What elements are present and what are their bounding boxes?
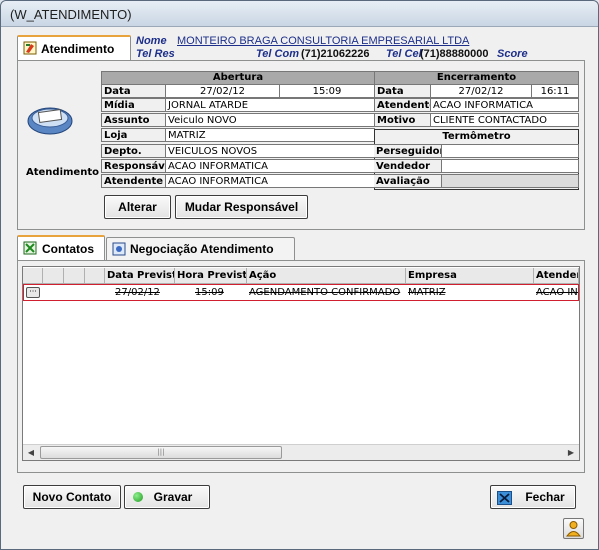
nome-link[interactable]: MONTEIRO BRAGA CONSULTORIA EMPRESARIAL L…: [177, 35, 469, 47]
mudar-responsavel-button[interactable]: Mudar Responsável: [175, 195, 308, 219]
atendente-label: Atendente: [101, 174, 166, 188]
abertura-header: Abertura: [101, 71, 375, 85]
telres-label: Tel Res: [136, 48, 175, 60]
midia-field[interactable]: JORNAL ATARDE: [165, 98, 375, 112]
encerramento-hora-field[interactable]: 16:11: [531, 84, 579, 98]
assunto-field[interactable]: Veiculo NOVO: [165, 113, 375, 127]
user-icon[interactable]: [563, 518, 584, 539]
atendimento-window: (W_ATENDIMENTO) Atendimento Nome MONTEIR…: [0, 0, 599, 550]
grid-col-empresa[interactable]: Empresa: [406, 268, 534, 284]
window-title: (W_ATENDIMENTO): [1, 1, 598, 27]
negociacao-tab-icon: [112, 242, 126, 256]
tab-negociacao[interactable]: Negociação Atendimento: [106, 237, 295, 261]
responsavel-label: Responsável: [101, 159, 166, 173]
row-acao: AGENDAMENTO CONFIRMADO: [249, 287, 401, 298]
avaliacao-field[interactable]: [441, 174, 579, 188]
vendedor-field[interactable]: [441, 159, 579, 173]
loja-field[interactable]: MATRIZ: [165, 128, 375, 142]
scanner-icon: [25, 101, 75, 137]
responsavel-field[interactable]: ACAO INFORMATICA: [165, 159, 375, 173]
encerramento-header: Encerramento: [374, 71, 579, 85]
scroll-thumb[interactable]: |||: [40, 446, 282, 459]
motivo-label: Motivo: [374, 113, 431, 127]
loja-label: Loja: [101, 128, 166, 142]
scroll-left-arrow[interactable]: ◀: [23, 445, 39, 460]
abertura-data-field[interactable]: 27/02/12: [165, 84, 280, 98]
row-hora-prevista: 15:09: [195, 287, 224, 298]
nome-label: Nome: [136, 35, 167, 47]
grid-col-acao[interactable]: Ação: [247, 268, 406, 284]
horizontal-scrollbar[interactable]: ◀ ||| ▶: [23, 444, 579, 460]
gravar-label: Gravar: [153, 490, 193, 504]
novo-contato-button[interactable]: Novo Contato: [23, 485, 121, 509]
fechar-button[interactable]: Fechar: [490, 485, 576, 509]
perseguidor-field[interactable]: [441, 144, 579, 158]
encerramento-data-label: Data: [374, 84, 431, 98]
gravar-button[interactable]: Gravar: [124, 485, 210, 509]
termometro-title: Termômetro: [442, 131, 511, 142]
row-data-prevista: 27/02/12: [115, 287, 160, 298]
grid-col-data[interactable]: Data Prevista: [105, 268, 175, 284]
telcel-label: Tel Cel: [386, 48, 422, 60]
tab-contatos[interactable]: Contatos: [17, 235, 105, 261]
scroll-right-arrow[interactable]: ▶: [563, 445, 579, 460]
enc-atendente-label: Atendente: [374, 98, 431, 112]
score-label: Score: [497, 48, 528, 60]
tab-contatos-label: Contatos: [42, 242, 94, 256]
avaliacao-label: Avaliação: [374, 174, 442, 188]
client-header: Nome MONTEIRO BRAGA CONSULTORIA EMPRESAR…: [136, 35, 586, 61]
tab-atendimento-label: Atendimento: [41, 42, 115, 56]
abertura-hora-field[interactable]: 15:09: [279, 84, 375, 98]
abertura-data-label: Data: [101, 84, 166, 98]
grid-col-blank-1: [43, 268, 64, 284]
telcom-value: (71)21062226: [301, 48, 370, 60]
grid-col-blank-2: [64, 268, 85, 284]
depto-field[interactable]: VEICULOS NOVOS: [165, 144, 375, 158]
fechar-label: Fechar: [525, 490, 565, 504]
tab-negociacao-label: Negociação Atendimento: [130, 242, 274, 256]
grid-col-select: [23, 268, 43, 284]
depto-label: Depto.: [101, 144, 166, 158]
telcel-value: (71)88880000: [420, 48, 489, 60]
assunto-label: Assunto: [101, 113, 166, 127]
grid-col-blank-3: [85, 268, 105, 284]
atendimento-tab-icon: [23, 41, 37, 55]
grid-col-atendente[interactable]: Atendente: [534, 268, 579, 284]
enc-atendente-field[interactable]: ACAO INFORMATICA: [430, 98, 579, 112]
telcom-label: Tel Com: [256, 48, 299, 60]
midia-label: Mídia: [101, 98, 166, 112]
side-label: Atendimento: [26, 167, 99, 178]
contatos-tab-icon: [23, 241, 37, 255]
row-detail-button[interactable]: ···: [26, 287, 40, 298]
gravar-icon: [133, 492, 143, 502]
close-icon: [497, 490, 512, 505]
perseguidor-label: Perseguidor: [374, 144, 442, 158]
vendedor-label: Vendedor: [374, 159, 442, 173]
alterar-button[interactable]: Alterar: [104, 195, 171, 219]
encerramento-data-field[interactable]: 27/02/12: [430, 84, 532, 98]
row-atendente: ACAO INFORMATICA: [536, 287, 578, 298]
atendente-field[interactable]: ACAO INFORMATICA: [165, 174, 375, 188]
grid-col-hora[interactable]: Hora Prevista: [175, 268, 247, 284]
tab-atendimento[interactable]: Atendimento: [17, 35, 131, 61]
row-empresa: MATRIZ: [408, 287, 446, 298]
motivo-field[interactable]: CLIENTE CONTACTADO: [430, 113, 579, 127]
